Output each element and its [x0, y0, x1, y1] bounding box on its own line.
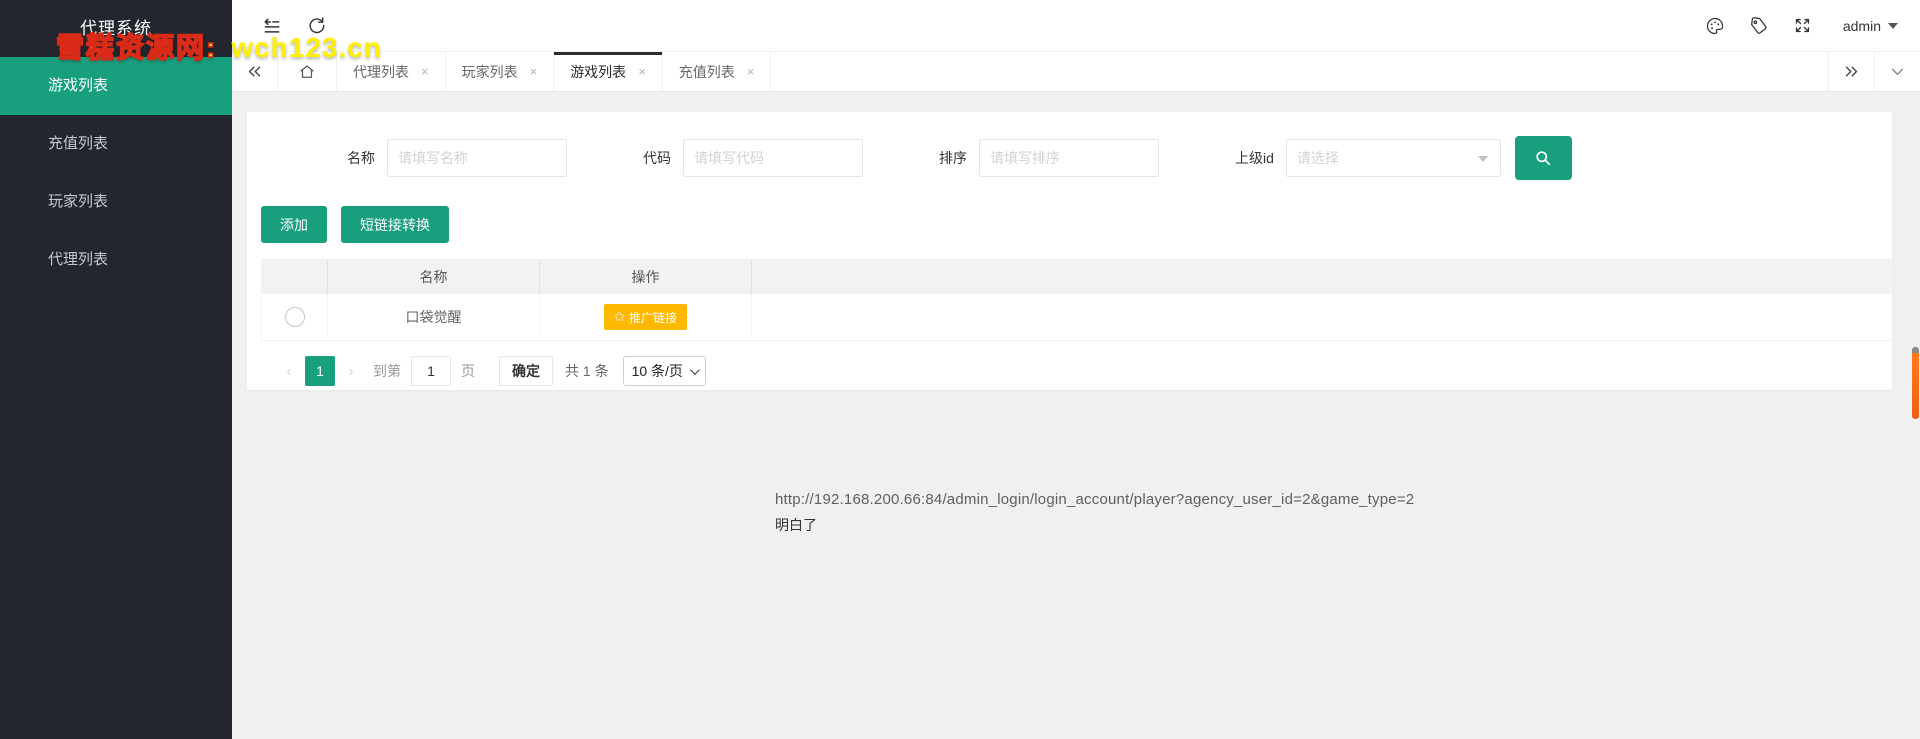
row-name-cell: 口袋觉醒 [328, 294, 540, 340]
row-radio[interactable] [284, 307, 305, 327]
total-count-label: 共 1 条 [565, 363, 609, 379]
app-title: 代理系统 [80, 19, 152, 38]
promo-url-text: http://192.168.200.66:84/admin_login/log… [775, 491, 1415, 508]
table-toolbar: 添加 短链接转换 [261, 206, 1892, 243]
page-number-input[interactable] [411, 356, 451, 386]
promo-link-button[interactable]: 推广链接 [604, 304, 687, 330]
promo-link-label: 推广链接 [628, 310, 677, 325]
refresh-icon[interactable] [294, 0, 338, 52]
theme-palette-icon[interactable] [1693, 0, 1737, 52]
current-page[interactable]: 1 [305, 356, 335, 386]
chevron-down-icon [689, 364, 700, 375]
sort-input[interactable] [979, 139, 1159, 177]
header-empty-column [752, 259, 1892, 294]
sidebar: 代理系统 游戏列表 充值列表 玩家列表 代理列表 [0, 0, 232, 739]
table-row: 口袋觉醒 推广链接 [262, 294, 1892, 341]
tab-game-list[interactable]: 游戏列表 [554, 52, 663, 91]
confirm-page-button[interactable]: 确定 [499, 356, 553, 386]
tabs-menu-icon[interactable] [1874, 52, 1920, 91]
tag-icon[interactable] [1737, 0, 1781, 52]
field-label: 名称 [347, 150, 375, 166]
close-icon[interactable] [530, 64, 538, 79]
collapse-menu-icon[interactable] [250, 0, 294, 52]
sidebar-item-agent-list[interactable]: 代理列表 [0, 231, 232, 289]
sidebar-item-game-list[interactable]: 游戏列表 [0, 57, 232, 115]
add-button[interactable]: 添加 [261, 206, 327, 243]
field-label: 上级id [1235, 150, 1274, 166]
close-icon[interactable] [747, 64, 755, 79]
sidebar-menu: 游戏列表 充值列表 玩家列表 代理列表 [0, 57, 232, 289]
header-name-column: 名称 [328, 259, 540, 294]
tab-label: 游戏列表 [570, 63, 627, 80]
filter-form: 名称 代码 排序 上级id 请选择 [247, 112, 1892, 180]
row-select-cell [262, 294, 328, 340]
game-table: 名称 操作 口袋觉醒 推广链接 [261, 259, 1892, 341]
page-unit-label: 页 [461, 363, 475, 379]
tab-bar: 代理列表 玩家列表 游戏列表 充值列表 [232, 52, 1920, 92]
navbar-right: admin [1693, 0, 1920, 52]
filter-field-code: 代码 [643, 139, 863, 177]
row-action-cell: 推广链接 [540, 294, 752, 340]
per-page-value: 10 条/页 [631, 363, 683, 379]
search-button[interactable] [1514, 136, 1572, 180]
chevron-down-icon [1477, 156, 1488, 162]
field-label: 代码 [643, 150, 671, 166]
goto-label: 到第 [373, 363, 401, 379]
prev-page-icon[interactable]: ‹ [277, 356, 301, 386]
tabs-scroll-right-icon[interactable] [1828, 52, 1874, 91]
row-empty-cell [752, 294, 1892, 340]
got-it-button[interactable]: 明白了 [775, 515, 1414, 535]
tab-player-list[interactable]: 玩家列表 [446, 52, 555, 91]
navbar-left [232, 0, 338, 52]
user-menu[interactable]: admin [1843, 18, 1898, 34]
chevron-down-icon [1888, 22, 1898, 29]
filter-field-name: 名称 [347, 139, 567, 177]
header-select-column [262, 259, 328, 294]
content-area: 名称 代码 排序 上级id 请选择 [232, 93, 1920, 739]
parent-id-select[interactable]: 请选择 [1285, 139, 1501, 177]
tab-label: 代理列表 [353, 63, 409, 80]
tab-label: 充值列表 [678, 63, 735, 80]
filter-field-sort: 排序 [939, 139, 1159, 177]
tab-home[interactable] [278, 52, 337, 91]
top-navbar: admin [232, 0, 1920, 52]
close-icon[interactable] [421, 64, 429, 79]
fullscreen-icon[interactable] [1781, 0, 1825, 52]
pagination: ‹ 1 › 到第 页 确定 共 1 条 10 条/页 [277, 356, 1892, 386]
tabbar-spacer [771, 52, 1828, 91]
field-label: 排序 [939, 150, 967, 166]
tab-recharge-list[interactable]: 充值列表 [663, 52, 772, 91]
filter-field-parent-id: 上级id 请选择 [1235, 139, 1501, 177]
close-icon[interactable] [638, 64, 646, 79]
code-input[interactable] [683, 139, 863, 177]
username: admin [1842, 17, 1881, 34]
sidebar-item-recharge-list[interactable]: 充值列表 [0, 115, 232, 173]
sidebar-item-player-list[interactable]: 玩家列表 [0, 173, 232, 231]
name-input[interactable] [387, 139, 567, 177]
table-header: 名称 操作 [262, 259, 1892, 294]
next-page-icon[interactable]: › [339, 356, 363, 386]
star-icon [614, 309, 625, 325]
vertical-scrollbar-thumb[interactable] [1912, 347, 1919, 419]
app-window: 代理系统 游戏列表 充值列表 玩家列表 代理列表 admin 代理列表 × 玩家… [0, 0, 1920, 739]
game-list-panel: 名称 代码 排序 上级id 请选择 [247, 112, 1892, 390]
shortlink-convert-button[interactable]: 短链接转换 [341, 206, 449, 243]
main-area: admin 代理列表 玩家列表 游戏列表 [232, 0, 1920, 739]
select-placeholder: 请选择 [1296, 150, 1339, 166]
promo-url-overlay: http://192.168.200.66:84/admin_login/log… [775, 491, 1414, 535]
tabs-scroll-left-icon[interactable] [232, 52, 278, 91]
tab-label: 玩家列表 [461, 63, 518, 80]
header-action-column: 操作 [540, 259, 752, 294]
tab-agent-list[interactable]: 代理列表 [337, 52, 446, 91]
per-page-select[interactable]: 10 条/页 [622, 356, 706, 386]
